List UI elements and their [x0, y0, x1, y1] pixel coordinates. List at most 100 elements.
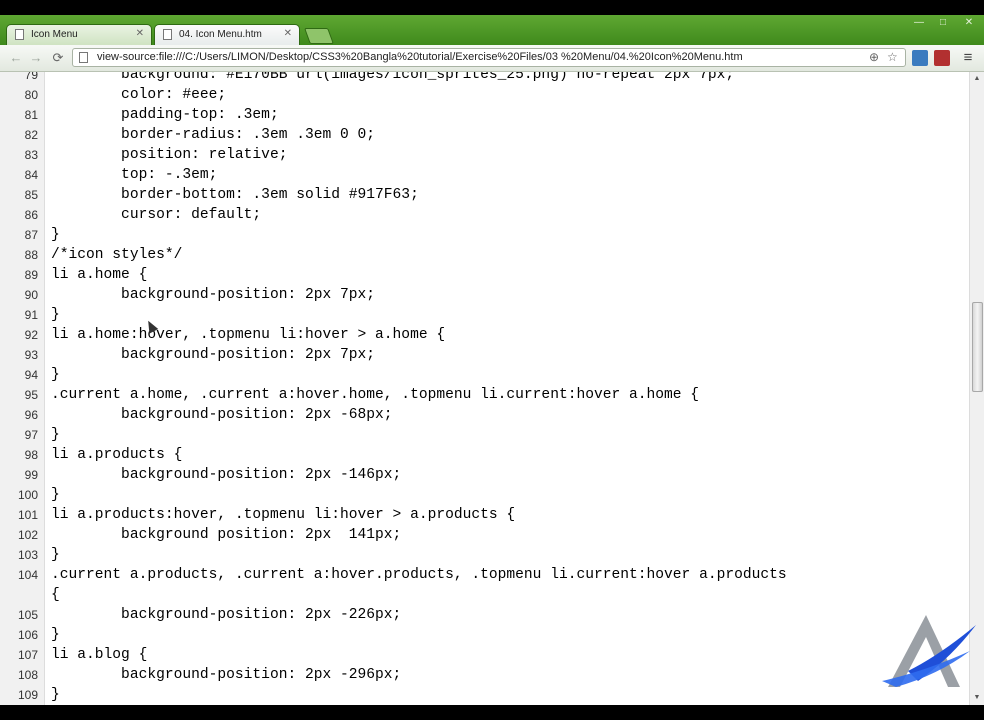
browser-window: Icon Menu ✕ 04. Icon Menu.htm ✕ — □ ✕ ← … [0, 15, 984, 705]
source-line: 80 color: #eee; [0, 85, 969, 105]
source-line: 94} [0, 365, 969, 385]
toolbar: ← → ⟳ view-source:file:///C:/Users/LIMON… [0, 45, 984, 72]
code-text: top: -.3em; [51, 167, 218, 183]
line-number: 109 [17, 688, 38, 702]
tab-icon-menu-htm[interactable]: 04. Icon Menu.htm ✕ [154, 24, 300, 45]
source-line: 79 background: #E170BB url(images/icon_s… [0, 72, 969, 85]
source-line: 109} [0, 685, 969, 705]
forward-button[interactable]: → [28, 50, 44, 66]
source-line: 102 background position: 2px 141px; [0, 525, 969, 545]
source-line: 95 .current a.home, .current a:hover.home… [0, 385, 969, 405]
code-text: padding-top: .3em; [51, 107, 279, 123]
code-text: li a.blog { [51, 647, 148, 663]
source-line: 81 padding-top: .3em; [0, 105, 969, 125]
code-text: position: relative; [51, 147, 288, 163]
scroll-down-icon[interactable]: ▼ [970, 691, 984, 705]
close-window-button[interactable]: ✕ [958, 16, 980, 29]
source-line: 101 li a.products:hover, .topmenu li:hove… [0, 505, 969, 525]
line-number: 102 [17, 528, 38, 542]
code-text: } [51, 427, 60, 443]
source-line: 82 border-radius: .3em .3em 0 0; [0, 125, 969, 145]
code-text: li a.products { [51, 447, 183, 463]
line-number: 96 [24, 408, 38, 422]
code-text: li a.products:hover, .topmenu li:hover >… [51, 507, 516, 523]
tab-strip: Icon Menu ✕ 04. Icon Menu.htm ✕ — □ ✕ [0, 15, 984, 45]
code-text: } [51, 487, 60, 503]
tab-icon-menu[interactable]: Icon Menu ✕ [6, 24, 152, 45]
line-number: 104 [17, 568, 38, 582]
line-number: 89 [24, 268, 38, 282]
source-line: 107 li a.blog { [0, 645, 969, 665]
code-text: } [51, 687, 60, 703]
code-text: background-position: 2px 7px; [51, 287, 376, 303]
line-number: 91 [24, 308, 38, 322]
line-number: 99 [24, 468, 38, 482]
source-line: 105 background-position: 2px -226px; [0, 605, 969, 625]
close-icon[interactable]: ✕ [136, 28, 144, 39]
back-button[interactable]: ← [8, 50, 24, 66]
source-line: 104 .current a.products, .current a:hover… [0, 565, 969, 585]
line-number: 106 [17, 628, 38, 642]
source-line: 100} [0, 485, 969, 505]
code-text: background-position: 2px -226px; [51, 607, 402, 623]
code-text: } [51, 367, 60, 383]
source-line: 86 cursor: default; [0, 205, 969, 225]
menu-icon[interactable]: ≡ [960, 50, 976, 66]
code-text: li a.home { [51, 267, 148, 283]
line-number: 103 [17, 548, 38, 562]
page-icon [15, 29, 24, 40]
code-text: } [51, 627, 60, 643]
line-number: 107 [17, 648, 38, 662]
code-text: /*icon styles*/ [51, 247, 183, 263]
star-icon[interactable]: ☆ [887, 50, 898, 65]
line-number: 87 [24, 228, 38, 242]
scroll-up-icon[interactable]: ▲ [970, 72, 984, 86]
new-tab-button[interactable] [304, 28, 334, 44]
extension-icon[interactable] [912, 50, 928, 66]
code-text: .current a.products, .current a:hover.pr… [51, 567, 787, 583]
line-number: 83 [24, 148, 38, 162]
code-text: background-position: 2px -296px; [51, 667, 402, 683]
code-text: background-position: 2px -146px; [51, 467, 402, 483]
line-number: 101 [17, 508, 38, 522]
line-number: 95 [24, 388, 38, 402]
extension-icon[interactable] [934, 50, 950, 66]
tab-label: 04. Icon Menu.htm [179, 29, 262, 40]
line-number: 93 [24, 348, 38, 362]
line-number: 88 [24, 248, 38, 262]
code-text: .current a.home, .current a:hover.home, … [51, 387, 700, 403]
code-text: } [51, 307, 60, 323]
source-line: 88 /*icon styles*/ [0, 245, 969, 265]
source-line: 97} [0, 425, 969, 445]
line-number: 84 [24, 168, 38, 182]
zoom-icon[interactable]: ⊕ [869, 50, 879, 65]
source-line: 98 li a.products { [0, 445, 969, 465]
code-text: background-position: 2px -68px; [51, 407, 393, 423]
source-line: 93 background-position: 2px 7px; [0, 345, 969, 365]
close-icon[interactable]: ✕ [284, 28, 292, 39]
page-icon [163, 29, 172, 40]
minimize-button[interactable]: — [908, 16, 930, 29]
source-line: 87} [0, 225, 969, 245]
reload-button[interactable]: ⟳ [50, 50, 66, 66]
code-text: background-position: 2px 7px; [51, 347, 376, 363]
code-text: cursor: default; [51, 207, 262, 223]
line-number: 79 [24, 72, 38, 82]
code-text: border-bottom: .3em solid #917F63; [51, 187, 419, 203]
address-bar[interactable]: view-source:file:///C:/Users/LIMON/Deskt… [72, 48, 906, 67]
line-number: 92 [24, 328, 38, 342]
source-line: 106} [0, 625, 969, 645]
maximize-button[interactable]: □ [932, 16, 954, 29]
code-text: color: #eee; [51, 87, 227, 103]
source-line: 96 background-position: 2px -68px; [0, 405, 969, 425]
line-number: 108 [17, 668, 38, 682]
line-number: 98 [24, 448, 38, 462]
source-line: 85 border-bottom: .3em solid #917F63; [0, 185, 969, 205]
line-number: 85 [24, 188, 38, 202]
source-view: 79 background: #E170BB url(images/icon_s… [0, 72, 969, 705]
line-number: 90 [24, 288, 38, 302]
code-text: { [51, 587, 60, 603]
scroll-thumb[interactable] [972, 302, 983, 393]
url-text[interactable]: view-source:file:///C:/Users/LIMON/Deskt… [97, 51, 743, 63]
source-line: 84 top: -.3em; [0, 165, 969, 185]
